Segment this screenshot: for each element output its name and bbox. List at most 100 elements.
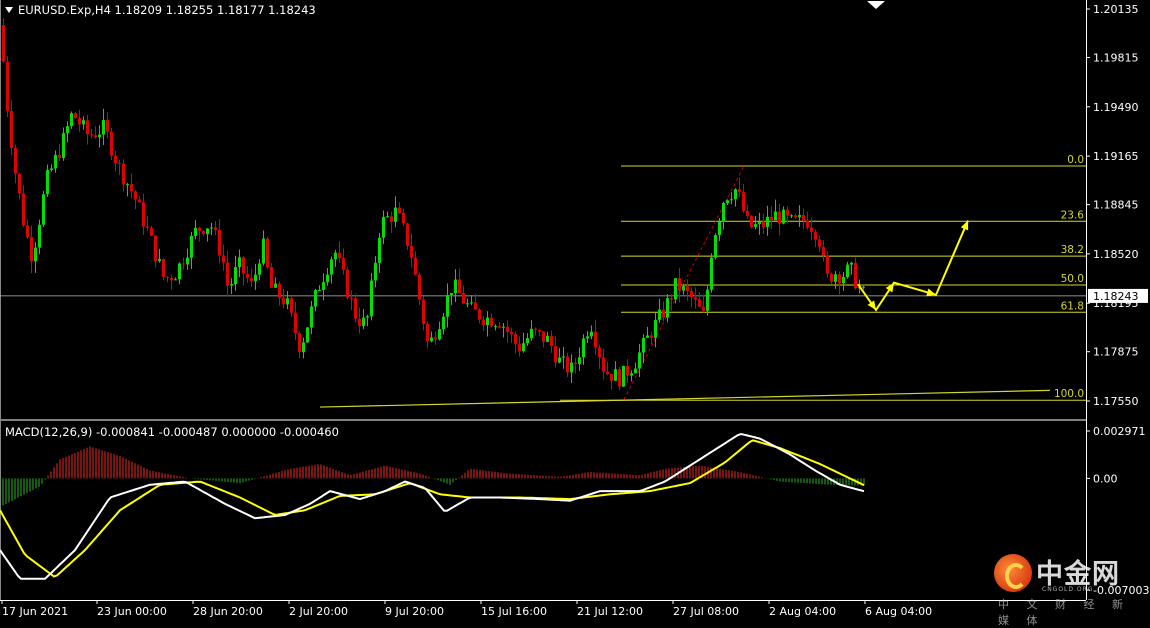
candle-body xyxy=(10,110,13,149)
candle-body xyxy=(330,259,333,275)
candle-body xyxy=(454,279,457,294)
candle-body xyxy=(422,299,425,325)
candle-body xyxy=(62,133,65,158)
candle-body xyxy=(270,266,273,288)
candle-body xyxy=(674,278,677,300)
candle-body xyxy=(682,286,685,291)
candle-body xyxy=(366,316,369,318)
candle-body xyxy=(730,199,733,201)
candle-body xyxy=(30,236,33,262)
candle-body xyxy=(666,298,669,318)
candle-body xyxy=(806,220,809,228)
candle-body xyxy=(6,61,9,111)
time-tick-label: 9 Jul 20:00 xyxy=(385,605,444,618)
candle-body xyxy=(194,227,197,236)
candle-body xyxy=(70,113,73,127)
candle-body xyxy=(342,258,345,270)
candle-body xyxy=(746,210,749,216)
candle-body xyxy=(54,154,57,169)
candle-body xyxy=(634,368,637,374)
candle-body xyxy=(302,342,305,353)
candle-body xyxy=(802,215,805,221)
candle-body xyxy=(722,202,725,222)
candle-body xyxy=(14,148,17,174)
candle-body xyxy=(690,290,693,298)
fib-level-label: 38.2 xyxy=(1061,244,1084,256)
time-tick-label: 17 Jun 2021 xyxy=(2,605,68,618)
symbol-menu-icon[interactable] xyxy=(5,7,13,13)
candle-body xyxy=(542,331,545,342)
candle-body xyxy=(838,274,841,284)
time-tick-label: 21 Jul 12:00 xyxy=(577,605,643,618)
candle-body xyxy=(450,293,453,296)
candle-body xyxy=(362,317,365,327)
price-tick-label: 1.17550 xyxy=(1093,395,1139,408)
candle-body xyxy=(126,184,129,186)
time-tick-label: 27 Jul 08:00 xyxy=(673,605,739,618)
candle-body xyxy=(714,235,717,258)
candle-body xyxy=(318,289,321,291)
candle-body xyxy=(214,227,217,231)
candle-body xyxy=(750,215,753,227)
candle-body xyxy=(98,134,101,138)
price-chart-svg[interactable]: 1.20135 1.19815 1.19490 1.19165 1.18845 1.185… xyxy=(0,0,1150,621)
candle-body xyxy=(38,224,41,248)
price-tick-label: 1.19815 xyxy=(1093,52,1139,65)
candle-body xyxy=(754,224,757,227)
candle-body xyxy=(42,194,45,225)
candle-body xyxy=(590,331,593,337)
candle-body xyxy=(398,207,401,213)
candle-body xyxy=(202,230,205,235)
fib-level-label: 61.8 xyxy=(1061,300,1084,312)
candle-body xyxy=(190,235,193,258)
candle-body xyxy=(782,209,785,224)
candle-body xyxy=(218,230,221,256)
price-tick-label: 1.18520 xyxy=(1093,248,1139,261)
candle-body xyxy=(298,333,301,353)
candle-body xyxy=(46,169,49,195)
chart-shift-marker-icon[interactable] xyxy=(867,1,885,9)
candle-body xyxy=(706,289,709,311)
candle-body xyxy=(442,316,445,330)
fib-level-label: 50.0 xyxy=(1061,273,1084,285)
candle-body xyxy=(762,221,765,227)
candle-body xyxy=(314,290,317,307)
candle-body xyxy=(438,329,441,340)
candle-body xyxy=(506,326,509,332)
candle-body xyxy=(494,326,497,328)
price-tick-label: 1.19165 xyxy=(1093,150,1139,163)
candle-body xyxy=(458,279,461,293)
candle-body xyxy=(334,252,337,260)
candle-body xyxy=(626,365,629,376)
candle-body xyxy=(462,292,465,304)
fib-level-label: 0.0 xyxy=(1067,154,1084,166)
candle-body xyxy=(842,276,845,284)
candle-body xyxy=(294,312,297,334)
candle-body xyxy=(510,331,513,335)
candle-body xyxy=(718,221,721,236)
candle-body xyxy=(694,297,697,300)
candle-body xyxy=(110,131,113,156)
candle-body xyxy=(166,276,169,279)
candle-body xyxy=(118,163,121,165)
candle-body xyxy=(278,283,281,298)
candle-body xyxy=(822,246,825,256)
candle-body xyxy=(274,283,277,288)
candle-body xyxy=(262,238,265,264)
candle-body xyxy=(346,269,349,298)
candle-body xyxy=(550,335,553,347)
candle-body xyxy=(310,306,313,328)
candle-body xyxy=(534,328,537,331)
candle-body xyxy=(418,274,421,300)
candle-body xyxy=(622,365,625,387)
candle-body xyxy=(186,257,189,265)
candle-body xyxy=(790,215,793,217)
candle-body xyxy=(474,302,477,310)
macd-tick-label: 0.002971 xyxy=(1093,425,1146,438)
candle-body xyxy=(122,163,125,185)
candle-body xyxy=(794,215,797,218)
candle-body xyxy=(630,373,633,376)
candle-body xyxy=(578,357,581,364)
macd-header: MACD(12,26,9) -0.000841 -0.000487 0.0000… xyxy=(5,425,339,439)
candle-body xyxy=(162,259,165,277)
